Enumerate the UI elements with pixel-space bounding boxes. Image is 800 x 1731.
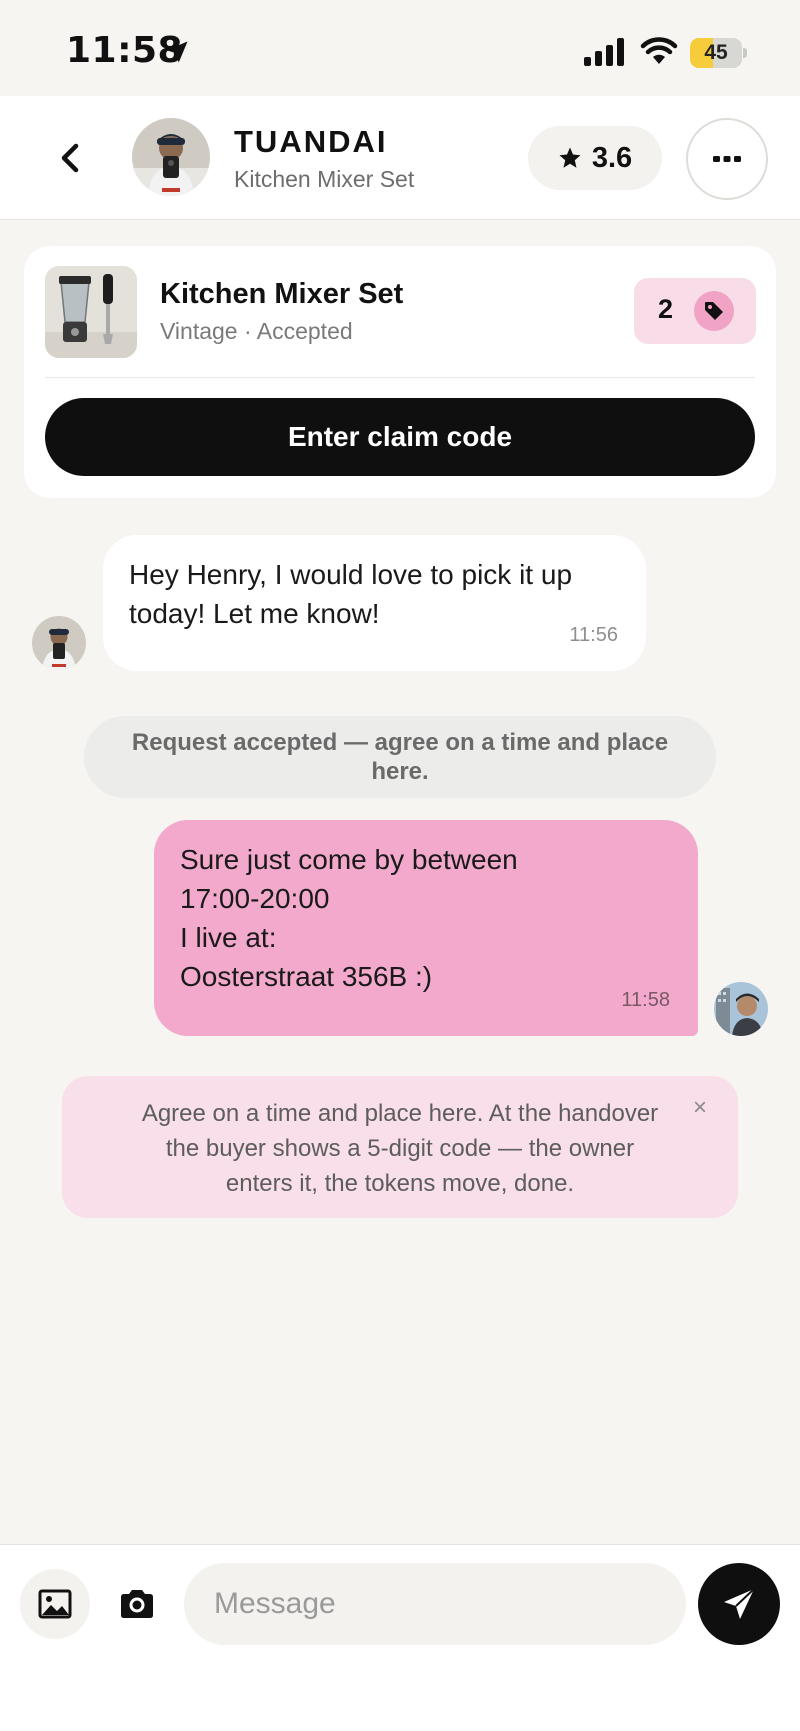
message-bubble-incoming[interactable]: Hey Henry, I would love to pick it up to… (103, 535, 646, 671)
user-photo (32, 616, 86, 670)
signal-icon (584, 38, 624, 66)
message-composer (0, 1544, 800, 1731)
contact-subtitle: Kitchen Mixer Set (234, 166, 415, 192)
avatar[interactable] (32, 616, 86, 670)
item-title: Kitchen Mixer Set (160, 278, 404, 310)
send-icon (724, 1588, 755, 1619)
message-text-line: today! Let me know! (129, 598, 380, 629)
item-subtitle: Vintage · Accepted (160, 318, 353, 344)
more-horizontal-icon (713, 156, 741, 162)
system-message-line: Request accepted — agree on a time and p… (131, 729, 669, 756)
card-divider (45, 377, 755, 378)
message-text-line: 17:00-20:00 (180, 883, 330, 914)
attach-image-button[interactable] (20, 1569, 90, 1639)
message-text-line: Sure just come by between (180, 844, 518, 875)
chat-header: TUANDAI Kitchen Mixer Set 3.6 (0, 96, 800, 220)
battery-nub (743, 48, 747, 58)
rating-badge[interactable]: 3.6 (528, 126, 662, 190)
send-button[interactable] (698, 1563, 780, 1645)
tag-icon (694, 291, 734, 331)
message-text-line: Oosterstraat 356B :) (180, 961, 433, 992)
user-photo (714, 982, 768, 1036)
star-icon (559, 147, 581, 168)
mixer-image (45, 266, 137, 358)
rating-value: 3.6 (591, 141, 633, 174)
message-text-line: Hey Henry, I would love to pick it up (129, 559, 573, 590)
chevron-left-icon (61, 143, 79, 173)
token-count: 2 (658, 294, 674, 324)
close-icon[interactable]: × (686, 1094, 714, 1122)
contact-name: TUANDAI (234, 124, 388, 159)
wifi-icon (640, 37, 678, 64)
avatar[interactable] (714, 982, 768, 1036)
token-badge[interactable]: 2 (634, 278, 756, 344)
battery-icon: 45 (690, 38, 747, 68)
camera-icon (121, 1590, 153, 1618)
message-text-line: I live at: (180, 922, 277, 953)
info-text-line: enters it, the tokens move, done. (225, 1170, 575, 1197)
image-icon (38, 1589, 72, 1619)
item-thumbnail[interactable] (45, 266, 137, 358)
item-card[interactable]: Kitchen Mixer Set Vintage · Accepted 2 E… (24, 246, 776, 498)
info-text-line: Agree on a time and place here. At the h… (141, 1100, 659, 1127)
message-timestamp: 11:56 (569, 624, 618, 646)
battery-level: 45 (704, 41, 728, 64)
user-photo (132, 118, 210, 196)
handover-info-card: Agree on a time and place here. At the h… (62, 1076, 738, 1218)
avatar[interactable] (132, 118, 210, 196)
camera-button[interactable] (102, 1569, 172, 1639)
message-bubble-outgoing[interactable]: Sure just come by between 17:00-20:00 I … (154, 820, 698, 1036)
location-arrow-icon (166, 41, 188, 63)
system-message: Request accepted — agree on a time and p… (84, 716, 716, 798)
status-bar: 11:58 45 (0, 0, 800, 96)
enter-claim-code-button[interactable]: Enter claim code (45, 398, 755, 476)
system-message-line: here. (371, 758, 429, 785)
more-options-button[interactable] (686, 118, 768, 200)
info-text-line: the buyer shows a 5-digit code — the own… (165, 1135, 635, 1162)
back-button[interactable] (50, 132, 90, 184)
message-timestamp: 11:58 (621, 989, 670, 1011)
message-input[interactable] (184, 1563, 686, 1645)
